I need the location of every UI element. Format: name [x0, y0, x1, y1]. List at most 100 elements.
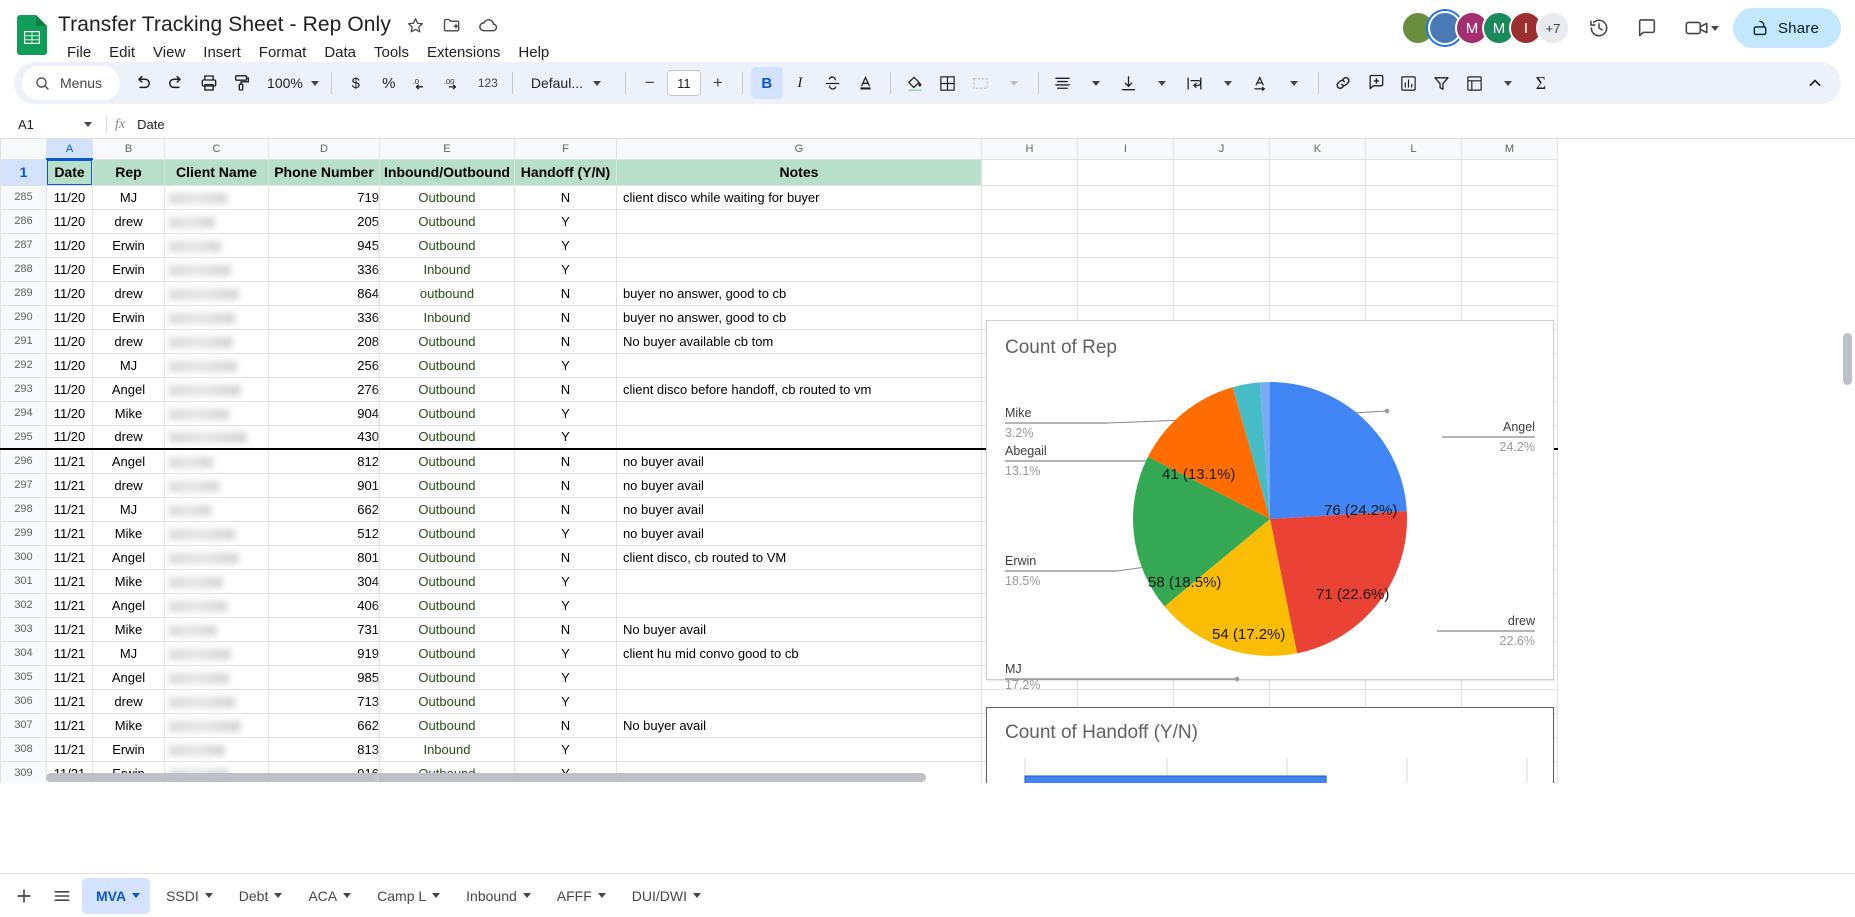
sum-sigma-button[interactable]: Σ: [1525, 67, 1557, 99]
chart-count-of-handoff[interactable]: Count of Handoff (Y/N) N 115: [986, 707, 1554, 783]
table-row[interactable]: 28511/20MJ719OutboundNclient disco while…: [1, 185, 1558, 209]
cell-date[interactable]: 11/21: [47, 737, 93, 761]
cell-rep[interactable]: drew: [93, 425, 165, 449]
column-header-m[interactable]: M: [1461, 139, 1557, 159]
add-sheet-icon[interactable]: [6, 878, 42, 914]
row-header[interactable]: 287: [1, 233, 47, 257]
cell-rep[interactable]: Erwin: [93, 233, 165, 257]
increase-decimal-button[interactable]: .00: [439, 67, 471, 99]
header-cell-phone-number[interactable]: Phone Number: [269, 159, 380, 185]
cell-date[interactable]: 11/21: [47, 641, 93, 665]
header-cell-notes[interactable]: Notes: [616, 159, 981, 185]
vertical-scrollbar[interactable]: [1841, 311, 1853, 783]
cell-date[interactable]: 11/21: [47, 473, 93, 497]
cell-phone-number[interactable]: 662: [269, 497, 380, 521]
format-currency-button[interactable]: $: [340, 67, 372, 99]
cell-inbound-outbound[interactable]: outbound: [380, 281, 515, 305]
menu-extensions[interactable]: Extensions: [418, 42, 509, 63]
cell-rep[interactable]: Erwin: [93, 305, 165, 329]
cell-client-name[interactable]: [165, 713, 269, 737]
cell-date[interactable]: 11/21: [47, 497, 93, 521]
header-cell-i[interactable]: [1077, 159, 1173, 185]
cell-inbound-outbound[interactable]: Outbound: [380, 377, 515, 401]
header-cell-j[interactable]: [1173, 159, 1269, 185]
cell-inbound-outbound[interactable]: Outbound: [380, 473, 515, 497]
row-header[interactable]: 302: [1, 593, 47, 617]
column-header-b[interactable]: B: [93, 139, 165, 159]
row-header[interactable]: 308: [1, 737, 47, 761]
column-header-g[interactable]: G: [616, 139, 981, 159]
cell-handoff[interactable]: N: [514, 305, 616, 329]
chevron-down-icon[interactable]: [343, 893, 351, 898]
cell-handoff[interactable]: N: [514, 449, 616, 473]
comment-icon[interactable]: [1628, 9, 1666, 47]
cell-empty[interactable]: [1269, 257, 1365, 281]
menu-help[interactable]: Help: [509, 42, 558, 63]
cell-inbound-outbound[interactable]: Outbound: [380, 425, 515, 449]
cell-empty[interactable]: [1365, 209, 1461, 233]
cell-handoff[interactable]: Y: [514, 593, 616, 617]
cell-client-name[interactable]: [165, 689, 269, 713]
cell-empty[interactable]: [1269, 281, 1365, 305]
cell-notes[interactable]: [616, 257, 981, 281]
cell-date[interactable]: 11/21: [47, 521, 93, 545]
cell-client-name[interactable]: [165, 377, 269, 401]
cell-rep[interactable]: MJ: [93, 185, 165, 209]
cell-handoff[interactable]: Y: [514, 569, 616, 593]
sheet-tab-dui-dwi[interactable]: DUI/DWI: [618, 878, 711, 914]
cell-date[interactable]: 11/20: [47, 281, 93, 305]
cell-client-name[interactable]: [165, 305, 269, 329]
cell-empty[interactable]: [1173, 257, 1269, 281]
insert-link-icon[interactable]: [1327, 67, 1359, 99]
chevron-down-icon[interactable]: [432, 893, 440, 898]
cell-notes[interactable]: [616, 665, 981, 689]
header-cell-h[interactable]: [981, 159, 1077, 185]
cell-handoff[interactable]: Y: [514, 521, 616, 545]
borders-icon[interactable]: [932, 67, 964, 99]
header-cell-client-name[interactable]: Client Name: [165, 159, 269, 185]
cell-phone-number[interactable]: 256: [269, 353, 380, 377]
cell-date[interactable]: 11/21: [47, 593, 93, 617]
chevron-down-icon[interactable]: [693, 893, 701, 898]
cell-client-name[interactable]: [165, 569, 269, 593]
move-to-folder-icon[interactable]: [441, 14, 463, 36]
undo-icon[interactable]: [127, 67, 159, 99]
cell-date[interactable]: 11/21: [47, 449, 93, 473]
column-header-j[interactable]: J: [1173, 139, 1269, 159]
cell-inbound-outbound[interactable]: Inbound: [380, 737, 515, 761]
cell-client-name[interactable]: [165, 185, 269, 209]
row-header[interactable]: 293: [1, 377, 47, 401]
cell-rep[interactable]: MJ: [93, 353, 165, 377]
row-header[interactable]: 285: [1, 185, 47, 209]
cell-notes[interactable]: [616, 233, 981, 257]
cell-client-name[interactable]: [165, 617, 269, 641]
menus-search-button[interactable]: Menus: [22, 66, 120, 100]
text-rotation-dropdown[interactable]: [1278, 67, 1310, 99]
cell-inbound-outbound[interactable]: Outbound: [380, 617, 515, 641]
cell-rep[interactable]: Angel: [93, 593, 165, 617]
row-header[interactable]: 305: [1, 665, 47, 689]
cell-phone-number[interactable]: 304: [269, 569, 380, 593]
cell-empty[interactable]: [1269, 209, 1365, 233]
cell-phone-number[interactable]: 205: [269, 209, 380, 233]
column-header-f[interactable]: F: [514, 139, 616, 159]
vertical-scroll-thumb[interactable]: [1843, 333, 1852, 385]
column-header-i[interactable]: I: [1077, 139, 1173, 159]
cell-empty[interactable]: [1077, 209, 1173, 233]
header-cell-l[interactable]: [1365, 159, 1461, 185]
horizontal-align-icon[interactable]: [1047, 67, 1079, 99]
header-cell-date[interactable]: Date: [47, 159, 93, 185]
cell-phone-number[interactable]: 208: [269, 329, 380, 353]
menu-insert[interactable]: Insert: [194, 42, 250, 63]
table-row[interactable]: 28611/20drew205OutboundY: [1, 209, 1558, 233]
cell-rep[interactable]: drew: [93, 473, 165, 497]
cell-notes[interactable]: no buyer avail: [616, 473, 981, 497]
cell-rep[interactable]: MJ: [93, 641, 165, 665]
merge-cells-icon[interactable]: [965, 67, 997, 99]
cell-rep[interactable]: Mike: [93, 401, 165, 425]
cell-notes[interactable]: [616, 425, 981, 449]
page-title[interactable]: Transfer Tracking Sheet - Rep Only: [58, 13, 391, 37]
cell-empty[interactable]: [1461, 233, 1557, 257]
cell-rep[interactable]: Angel: [93, 377, 165, 401]
cell-phone-number[interactable]: 336: [269, 305, 380, 329]
